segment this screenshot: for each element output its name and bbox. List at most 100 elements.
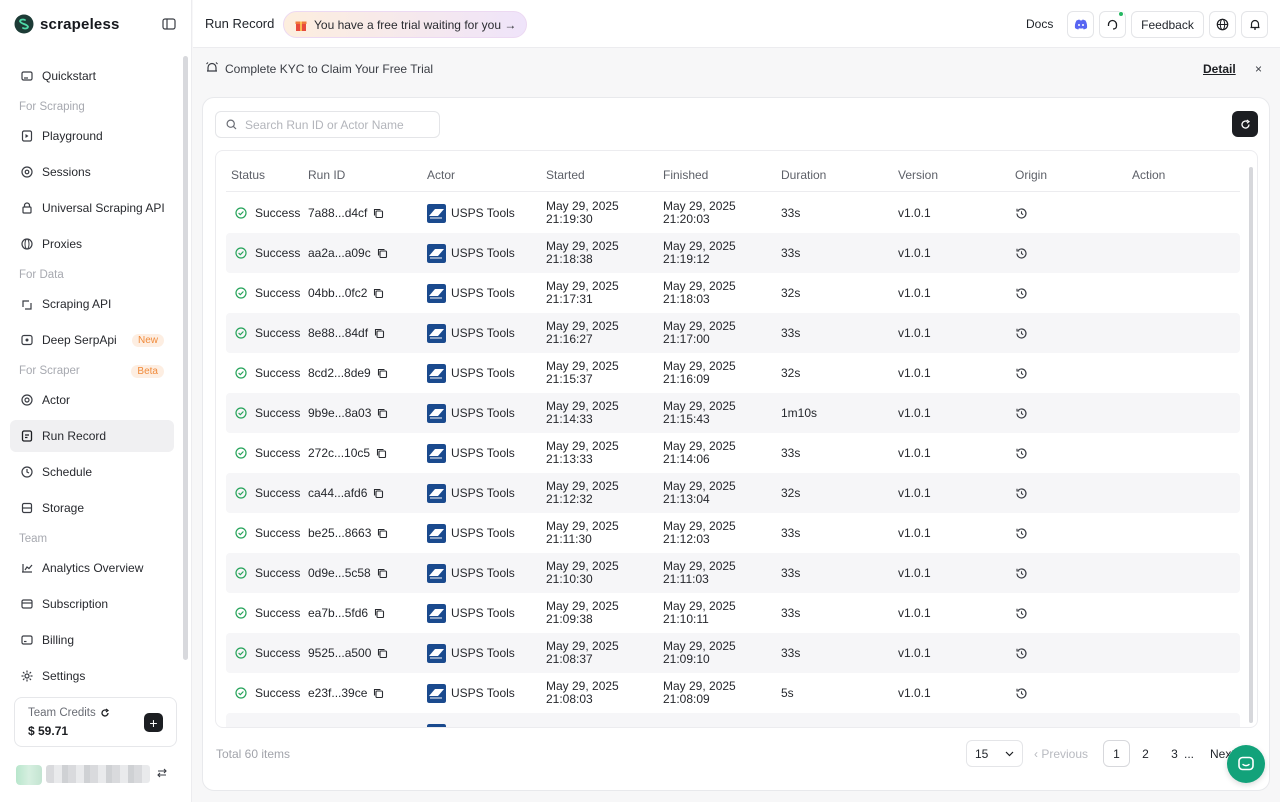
user-profile[interactable] [16, 763, 176, 785]
sidebar-item-label: Run Record [42, 429, 107, 443]
copy-icon[interactable] [373, 488, 384, 499]
chat-support-button[interactable] [1227, 745, 1265, 783]
copy-icon[interactable] [373, 688, 384, 699]
table-row[interactable]: Success 8e88...84df USPS Tools May 29, 2025… [226, 313, 1240, 353]
sidebar-item-quickstart[interactable]: Quickstart [10, 60, 174, 92]
copy-icon[interactable] [377, 648, 388, 659]
sidebar-scrollbar[interactable] [183, 56, 188, 660]
page-1-button[interactable]: 1 [1103, 740, 1130, 767]
support-button[interactable] [1099, 11, 1126, 38]
run-id[interactable]: 0d9e...5c58 [308, 566, 371, 580]
sidebar-item-universal-scraping-api[interactable]: Universal Scraping API [10, 192, 174, 224]
page-2-button[interactable]: 2 [1132, 740, 1159, 767]
actor-name[interactable]: USPS Tools [451, 646, 515, 660]
sidebar-item-actor[interactable]: Actor [10, 384, 174, 416]
table-scrollbar[interactable] [1249, 167, 1253, 723]
copy-icon[interactable] [376, 448, 387, 459]
sidebar-item-proxies[interactable]: Proxies [10, 228, 174, 260]
sidebar-item-sessions[interactable]: Sessions [10, 156, 174, 188]
actor-cell [427, 713, 451, 727]
table-row[interactable]: Success be25...8663 USPS Tools May 29, 2025… [226, 513, 1240, 553]
actor-name[interactable]: USPS Tools [451, 246, 515, 260]
search-input[interactable] [245, 117, 425, 132]
table-row[interactable]: Success ea7b...5fd6 USPS Tools May 29, 2025… [226, 593, 1240, 633]
run-id[interactable]: 9525...a500 [308, 646, 371, 660]
kyc-close-button[interactable]: × [1255, 62, 1262, 76]
discord-button[interactable] [1067, 11, 1094, 38]
actor-name[interactable]: USPS Tools [451, 366, 515, 380]
run-id[interactable]: ea7b...5fd6 [308, 606, 368, 620]
table-row[interactable]: May 29, 2025 May 29, 2025 [226, 713, 1240, 727]
duration-cell: 33s [781, 246, 801, 260]
run-id[interactable]: 04bb...0fc2 [308, 286, 367, 300]
origin-cell [1015, 393, 1028, 433]
table-row[interactable]: Success ca44...afd6 USPS Tools May 29, 2025… [226, 473, 1240, 513]
table-row[interactable]: Success 0d9e...5c58 USPS Tools May 29, 2025… [226, 553, 1240, 593]
table-row[interactable]: Success 04bb...0fc2 USPS Tools May 29, 2025… [226, 273, 1240, 313]
search-box[interactable] [215, 111, 440, 138]
run-id[interactable]: 272c...10c5 [308, 446, 370, 460]
kyc-detail-link[interactable]: Detail [1203, 62, 1236, 76]
copy-icon[interactable] [377, 248, 388, 259]
copy-icon[interactable] [377, 368, 388, 379]
actor-name[interactable]: USPS Tools [451, 686, 515, 700]
table-row[interactable]: Success 8cd2...8de9 USPS Tools May 29, 2025… [226, 353, 1240, 393]
status-cell: Success [235, 393, 300, 433]
page-size-select[interactable]: 15 [966, 740, 1023, 767]
run-id[interactable]: e23f...39ce [308, 686, 367, 700]
sidebar-item-settings[interactable]: Settings [10, 660, 174, 692]
success-check-icon [235, 647, 247, 659]
switch-account-icon[interactable] [156, 767, 168, 779]
run-id[interactable]: 9b9e...8a03 [308, 406, 371, 420]
language-button[interactable] [1209, 11, 1236, 38]
sidebar-item-schedule[interactable]: Schedule [10, 456, 174, 488]
copy-icon[interactable] [374, 608, 385, 619]
run-id[interactable]: 8cd2...8de9 [308, 366, 371, 380]
table-row[interactable]: Success 272c...10c5 USPS Tools May 29, 2025… [226, 433, 1240, 473]
sidebar-item-subscription[interactable]: Subscription [10, 588, 174, 620]
docs-link[interactable]: Docs [1026, 17, 1053, 31]
brand[interactable]: scrapeless [14, 12, 120, 36]
actor-name[interactable]: USPS Tools [451, 486, 515, 500]
free-trial-banner[interactable]: You have a free trial waiting for you → [283, 11, 528, 38]
sidebar-item-playground[interactable]: Playground [10, 120, 174, 152]
add-credits-button[interactable]: + [144, 713, 163, 732]
run-id[interactable]: 7a88...d4cf [308, 206, 367, 220]
actor-name[interactable]: USPS Tools [451, 606, 515, 620]
previous-page-button[interactable]: ‹ Previous [1034, 747, 1088, 761]
actor-name[interactable]: USPS Tools [451, 526, 515, 540]
table-row[interactable]: Success e23f...39ce USPS Tools May 29, 2025… [226, 673, 1240, 713]
actor-name[interactable]: USPS Tools [451, 406, 515, 420]
copy-icon[interactable] [373, 208, 384, 219]
run-id[interactable]: 8e88...84df [308, 326, 368, 340]
copy-icon[interactable] [377, 528, 388, 539]
actor-name[interactable]: USPS Tools [451, 206, 515, 220]
sidebar-item-run-record[interactable]: Run Record [10, 420, 174, 452]
refresh-icon[interactable] [100, 708, 110, 718]
sidebar-item-scraping-api[interactable]: Scraping API [10, 288, 174, 320]
actor-name[interactable]: USPS Tools [451, 326, 515, 340]
table-row[interactable]: Success 9525...a500 USPS Tools May 29, 2025… [226, 633, 1240, 673]
run-id[interactable]: ca44...afd6 [308, 486, 367, 500]
copy-icon[interactable] [374, 328, 385, 339]
sidebar-item-deep-serpapi[interactable]: Deep SerpApi New [10, 324, 174, 356]
sidebar-item-billing[interactable]: Billing [10, 624, 174, 656]
sidebar-item-storage[interactable]: Storage [10, 492, 174, 524]
feedback-button[interactable]: Feedback [1131, 11, 1204, 38]
actor-name[interactable]: USPS Tools [451, 286, 515, 300]
run-id[interactable]: aa2a...a09c [308, 246, 371, 260]
actor-name[interactable]: USPS Tools [451, 446, 515, 460]
copy-icon[interactable] [377, 568, 388, 579]
finished-cell: May 29, 2025 21:20:03 [663, 193, 736, 233]
copy-icon[interactable] [377, 408, 388, 419]
run-id[interactable]: be25...8663 [308, 526, 371, 540]
table-row[interactable]: Success 7a88...d4cf USPS Tools May 29, 2025… [226, 193, 1240, 233]
sidebar-collapse-icon[interactable] [161, 16, 177, 32]
notifications-button[interactable] [1241, 11, 1268, 38]
refresh-button[interactable] [1232, 111, 1258, 137]
table-row[interactable]: Success aa2a...a09c USPS Tools May 29, 2025… [226, 233, 1240, 273]
copy-icon[interactable] [373, 288, 384, 299]
actor-name[interactable]: USPS Tools [451, 566, 515, 580]
sidebar-item-analytics-overview[interactable]: Analytics Overview [10, 552, 174, 584]
table-row[interactable]: Success 9b9e...8a03 USPS Tools May 29, 2025… [226, 393, 1240, 433]
